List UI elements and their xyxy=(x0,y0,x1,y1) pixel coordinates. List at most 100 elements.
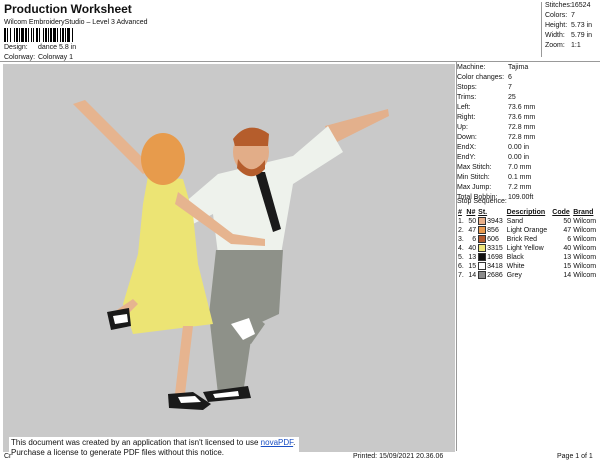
row-brand: Wilcom xyxy=(573,245,597,252)
row-needle: 50 xyxy=(468,218,477,225)
row-stitches: 3418 xyxy=(477,262,506,271)
stat-label: Left: xyxy=(457,104,471,111)
machine-stats: Machine: Tajima Color changes: 6 Stops: 7 Trim… xyxy=(457,64,600,204)
stat-row: Machine: Tajima xyxy=(457,64,600,74)
stat-label: Up: xyxy=(457,124,468,131)
stat-value: 6 xyxy=(508,74,512,81)
row-needle: 6 xyxy=(472,236,477,243)
row-code: 40 xyxy=(563,245,572,252)
color-swatch xyxy=(478,235,487,244)
row-description: White xyxy=(506,263,525,270)
header-divider xyxy=(0,61,600,62)
row-brand: Wilcom xyxy=(573,263,597,270)
stat-value: 73.6 mm xyxy=(508,104,536,111)
row-needle: 15 xyxy=(468,263,477,270)
col-brand: Brand xyxy=(573,209,594,216)
stat-label: EndY: xyxy=(457,154,476,161)
row-stitches: 606 xyxy=(477,235,506,244)
row-index: 6. xyxy=(458,263,464,270)
design-label: Design: xyxy=(4,44,28,51)
stat-row: Left: 73.6 mm xyxy=(457,104,600,114)
printed-timestamp: Printed: 15/09/2021 20.36.06 xyxy=(353,453,444,460)
row-brand: Wilcom xyxy=(573,272,597,279)
row-description: Black xyxy=(506,254,524,261)
summary-box: Stitches:16524 Colors: 7 Height: 5.73 in W… xyxy=(541,2,599,57)
row-description: Light Yellow xyxy=(506,245,544,252)
stat-row: Color changes: 6 xyxy=(457,74,600,84)
table-row: 1. 50 3943 Sand 50 Wilcom xyxy=(457,217,599,226)
row-index: 5. xyxy=(458,254,464,261)
table-row: 2. 47 856 Light Orange 47 Wilcom xyxy=(457,226,599,235)
colorway-value: Colorway 1 xyxy=(38,54,74,61)
software-name: Wilcom EmbroideryStudio – Level 3 Advanc… xyxy=(4,19,148,26)
row-stitches: 856 xyxy=(477,226,506,235)
color-swatch xyxy=(478,226,487,235)
table-row: 5. 13 1698 Black 13 Wilcom xyxy=(457,253,599,262)
design-value: dance 5.8 in xyxy=(38,44,77,51)
col-index: # xyxy=(458,209,462,216)
stat-value: Tajima xyxy=(508,64,529,71)
row-index: 7. xyxy=(458,272,464,279)
row-description: Grey xyxy=(506,272,522,279)
footer-left-text: Cr xyxy=(4,453,12,460)
stat-value: 73.6 mm xyxy=(508,114,536,121)
color-swatch xyxy=(478,253,487,262)
row-code: 15 xyxy=(563,263,572,270)
stat-label: Trims: xyxy=(457,94,477,101)
stat-value: 7 xyxy=(508,84,512,91)
stat-row: Max Jump: 7.2 mm xyxy=(457,184,600,194)
row-description: Sand xyxy=(506,218,524,225)
color-swatch xyxy=(478,217,487,226)
stat-value: 25 xyxy=(508,94,516,101)
stat-value: 0.00 in xyxy=(508,144,530,151)
row-description: Brick Red xyxy=(506,236,538,243)
stat-row: EndX: 0.00 in xyxy=(457,144,600,154)
summary-row: Height: 5.73 in xyxy=(545,22,593,29)
stop-sequence-table: # N# St. Description Code Brand 1. 50 3943… xyxy=(457,208,599,280)
row-needle: 13 xyxy=(468,254,477,261)
summary-row: Zoom: 1:1 xyxy=(545,42,581,49)
col-code: Code xyxy=(552,209,570,216)
stat-row: Min Stitch: 0.1 mm xyxy=(457,174,600,184)
row-index: 4. xyxy=(458,245,464,252)
row-stitches: 3943 xyxy=(477,217,506,226)
row-code: 14 xyxy=(563,272,572,279)
row-brand: Wilcom xyxy=(573,227,597,234)
barcode xyxy=(4,28,112,42)
row-stitches: 3315 xyxy=(477,244,506,253)
stat-value: 7.0 mm xyxy=(508,164,532,171)
stat-label: Stops: xyxy=(457,84,477,91)
summary-row: Stitches:16524 xyxy=(545,2,591,9)
stat-label: Max Stitch: xyxy=(457,164,492,171)
stat-label: Down: xyxy=(457,134,477,141)
stat-row: EndY: 0.00 in xyxy=(457,154,600,164)
row-brand: Wilcom xyxy=(573,254,597,261)
color-swatch xyxy=(478,244,487,253)
summary-row: Width: 5.79 in xyxy=(545,32,593,39)
stop-sequence-title: Stop Sequence: xyxy=(457,198,507,205)
stat-label: EndX: xyxy=(457,144,477,151)
color-swatch xyxy=(478,271,487,280)
summary-row: Colors: 7 xyxy=(545,12,575,19)
stat-value: 72.8 mm xyxy=(508,124,536,131)
row-index: 2. xyxy=(458,227,464,234)
row-stitches: 1698 xyxy=(477,253,506,262)
col-needle: N# xyxy=(466,209,476,216)
table-row: 4. 40 3315 Light Yellow 40 Wilcom xyxy=(457,244,599,253)
stat-row: Stops: 7 xyxy=(457,84,600,94)
license-notice: This document was created by an applicat… xyxy=(9,437,299,460)
stat-label: Max Jump: xyxy=(457,184,492,191)
row-stitches: 2686 xyxy=(477,271,506,280)
row-description: Light Orange xyxy=(506,227,548,234)
stat-label: Min Stitch: xyxy=(457,174,490,181)
novapdf-link[interactable]: novaPDF xyxy=(261,438,293,447)
row-index: 1. xyxy=(458,218,464,225)
stat-value: 0.00 in xyxy=(508,154,530,161)
stat-row: Trims: 25 xyxy=(457,94,600,104)
table-row: 7. 14 2686 Grey 14 Wilcom xyxy=(457,271,599,280)
stat-value: 7.2 mm xyxy=(508,184,532,191)
row-needle: 14 xyxy=(468,272,477,279)
stat-row: Right: 73.6 mm xyxy=(457,114,600,124)
col-description: Description xyxy=(506,209,546,216)
stat-row: Max Stitch: 7.0 mm xyxy=(457,164,600,174)
